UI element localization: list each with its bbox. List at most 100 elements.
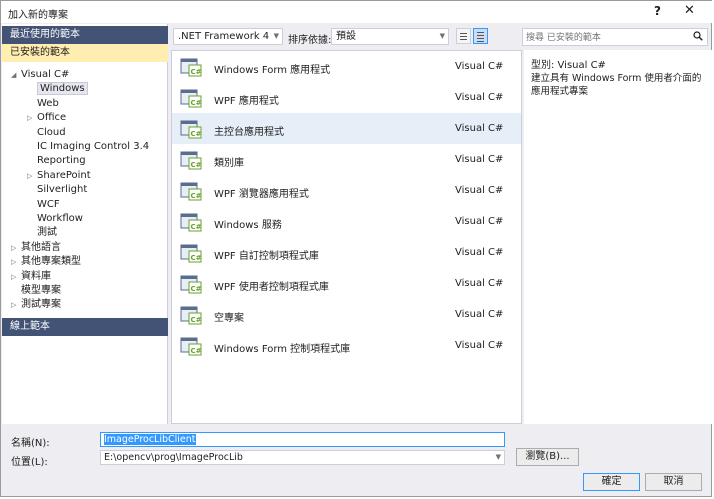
- name-field-value: ImageProcLibClient: [104, 434, 196, 445]
- framework-select[interactable]: .NET Framework 4 ▼: [173, 28, 283, 45]
- sidebar-tree-item[interactable]: Web: [27, 97, 59, 111]
- sidebar-tree-item[interactable]: ▷ 測試專案: [11, 298, 61, 312]
- title-bar: 加入新的專案 ? ✕: [1, 1, 713, 23]
- sidebar-tree-item[interactable]: Windows: [27, 82, 88, 96]
- sidebar-tree-label: IC Imaging Control 3.4: [37, 141, 150, 152]
- template-language: Visual C#: [455, 340, 504, 351]
- sidebar-tree-item[interactable]: 模型專案: [11, 284, 61, 298]
- sidebar-tree-item[interactable]: ▷ SharePoint: [27, 169, 91, 183]
- sidebar-tree-item[interactable]: ▷ 資料庫: [11, 270, 51, 284]
- sort-select[interactable]: 預設 ▼: [331, 28, 449, 45]
- window-title: 加入新的專案: [8, 10, 68, 21]
- winform-app-icon: C#: [180, 58, 202, 77]
- svg-text:C#: C#: [191, 254, 202, 262]
- template-row[interactable]: C# 類別庫 Visual C#: [172, 144, 521, 175]
- wpf-browser-app-icon: C#: [180, 182, 202, 201]
- search-icon[interactable]: [693, 31, 703, 41]
- svg-text:C#: C#: [191, 68, 202, 76]
- sidebar-installed-templates[interactable]: 已安裝的範本: [2, 44, 168, 62]
- sort-label: 排序依據:: [288, 35, 332, 46]
- sidebar-tree-item[interactable]: Silverlight: [27, 183, 87, 197]
- template-row[interactable]: C# WPF 應用程式 Visual C#: [172, 82, 521, 113]
- template-name: WPF 使用者控制項程式庫: [214, 282, 329, 293]
- sidebar-tree-label: 測試: [37, 227, 57, 239]
- template-name: WPF 瀏覽器應用程式: [214, 189, 309, 200]
- sidebar-tree-label: Reporting: [37, 155, 86, 167]
- sidebar-tree-label: Windows: [37, 82, 88, 96]
- sidebar-tree-label: SharePoint: [37, 169, 91, 181]
- sidebar-tree-label: 其他專案類型: [21, 256, 81, 268]
- chevron-down-icon: ▼: [439, 32, 445, 40]
- sidebar-tree-item[interactable]: ▷ 其他專案類型: [11, 255, 81, 269]
- collapsed-arrow-icon[interactable]: ▷: [27, 111, 37, 125]
- template-name: WPF 應用程式: [214, 96, 279, 107]
- dialog-window: 加入新的專案 ? ✕ 最近使用的範本 已安裝的範本 ◢ Visual C# Wind…: [0, 0, 713, 497]
- sidebar-tree-label: Web: [37, 97, 59, 109]
- search-input[interactable]: [526, 31, 686, 44]
- name-label: 名稱(N):: [11, 438, 50, 449]
- console-app-icon: C#: [180, 120, 202, 139]
- small-icons-view-button[interactable]: [456, 28, 471, 44]
- template-row[interactable]: C# WPF 瀏覽器應用程式 Visual C#: [172, 175, 521, 206]
- template-list: C# Windows Form 應用程式 Visual C# C# WPF 應用程式 Vi…: [171, 50, 522, 424]
- collapsed-arrow-icon[interactable]: ▷: [11, 241, 21, 255]
- chevron-down-icon[interactable]: ▼: [496, 451, 501, 464]
- sidebar-tree-item[interactable]: Workflow: [27, 212, 83, 226]
- sidebar-recent-templates[interactable]: 最近使用的範本: [2, 26, 168, 44]
- template-language: Visual C#: [455, 185, 504, 196]
- winform-control-library-icon: C#: [180, 337, 202, 356]
- sidebar-tree-item[interactable]: Reporting: [27, 154, 86, 168]
- collapsed-arrow-icon[interactable]: ▷: [11, 298, 21, 312]
- collapsed-arrow-icon[interactable]: ▷: [11, 255, 21, 269]
- template-language: Visual C#: [455, 123, 504, 134]
- template-row[interactable]: C# Windows Form 控制項程式庫 Visual C#: [172, 330, 521, 361]
- sidebar-tree-item[interactable]: Cloud: [27, 126, 66, 140]
- sidebar-tree-item[interactable]: IC Imaging Control 3.4: [27, 140, 149, 154]
- sidebar-tree-label: 其他語言: [21, 241, 61, 253]
- sort-select-value: 預設: [336, 31, 356, 42]
- sidebar-tree-item[interactable]: ▷ Office: [27, 111, 66, 125]
- svg-text:C#: C#: [191, 130, 202, 138]
- template-language: Visual C#: [455, 247, 504, 258]
- close-button[interactable]: ✕: [684, 3, 695, 18]
- template-row[interactable]: C# 主控台應用程式 Visual C#: [172, 113, 521, 144]
- template-language: Visual C#: [455, 61, 504, 72]
- svg-text:C#: C#: [191, 316, 202, 324]
- location-field[interactable]: E:\opencv\prog\ImageProcLib ▼: [100, 450, 505, 465]
- wpf-user-control-icon: C#: [180, 275, 202, 294]
- search-box: [522, 28, 708, 46]
- help-button[interactable]: ?: [654, 4, 661, 18]
- cancel-button[interactable]: 取消: [645, 473, 702, 491]
- template-row[interactable]: C# Windows 服務 Visual C#: [172, 206, 521, 237]
- sidebar-tree-item[interactable]: ▷ 其他語言: [11, 241, 61, 255]
- sidebar-tree-label: 資料庫: [21, 270, 51, 282]
- list-view-button[interactable]: [473, 28, 488, 44]
- collapsed-arrow-icon[interactable]: ▷: [11, 270, 21, 284]
- sidebar-tree-label: Silverlight: [37, 184, 88, 196]
- name-field[interactable]: ImageProcLibClient: [100, 432, 505, 447]
- template-row[interactable]: C# 空專案 Visual C#: [172, 299, 521, 330]
- template-description: 建立具有 Windows Form 使用者介面的應用程式專案: [531, 73, 702, 97]
- svg-text:C#: C#: [191, 99, 202, 107]
- class-library-icon: C#: [180, 151, 202, 170]
- collapsed-arrow-icon[interactable]: ▷: [27, 169, 37, 183]
- sidebar-online-templates[interactable]: 線上範本: [2, 318, 168, 336]
- location-field-value: E:\opencv\prog\ImageProcLib: [104, 452, 243, 463]
- framework-select-value: .NET Framework 4: [178, 31, 270, 42]
- sidebar-tree-label: WCF: [37, 198, 60, 210]
- expanded-arrow-icon[interactable]: ◢: [11, 68, 21, 82]
- svg-text:C#: C#: [191, 347, 202, 355]
- sidebar-tree-item[interactable]: ◢ Visual C#: [11, 68, 69, 82]
- ok-button[interactable]: 確定: [583, 473, 640, 491]
- template-language: Visual C#: [455, 216, 504, 227]
- template-name: 主控台應用程式: [214, 127, 284, 138]
- svg-text:C#: C#: [191, 285, 202, 293]
- template-row[interactable]: C# Windows Form 應用程式 Visual C#: [172, 51, 521, 82]
- template-name: WPF 自訂控制項程式庫: [214, 251, 319, 262]
- template-row[interactable]: C# WPF 使用者控制項程式庫 Visual C#: [172, 268, 521, 299]
- sidebar-tree-item[interactable]: WCF: [27, 198, 60, 212]
- svg-text:C#: C#: [191, 161, 202, 169]
- browse-button[interactable]: 瀏覽(B)...: [516, 448, 579, 466]
- template-row[interactable]: C# WPF 自訂控制項程式庫 Visual C#: [172, 237, 521, 268]
- sidebar-tree-item[interactable]: 測試: [27, 226, 57, 240]
